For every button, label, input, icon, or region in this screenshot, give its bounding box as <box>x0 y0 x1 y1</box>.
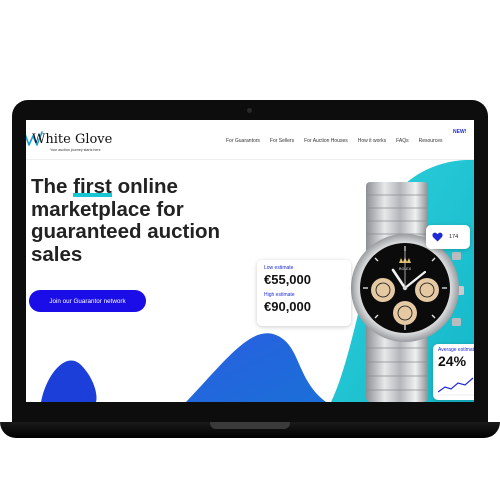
average-sparkline <box>438 377 474 396</box>
likes-card[interactable]: 174 <box>426 225 470 249</box>
logo-text: White Glove <box>32 132 113 147</box>
hero-headline: The first online marketplace for guarant… <box>31 175 231 266</box>
logo-tagline: Your auction journey starts here <box>50 148 101 152</box>
high-estimate-value: €90,000 <box>264 299 311 314</box>
screen: White Glove Your auction journey starts … <box>26 120 474 402</box>
blue-wave-shape <box>186 333 326 402</box>
average-estimate-card: Average estimate 24% <box>433 344 474 400</box>
laptop-notch <box>210 422 290 429</box>
low-estimate-value: €55,000 <box>264 272 311 287</box>
laptop-mockup: White Glove Your auction journey starts … <box>0 0 500 500</box>
nav-for-sellers[interactable]: For Sellers <box>270 138 294 144</box>
join-guarantor-button[interactable]: Join our Guarantor network <box>29 290 146 312</box>
laptop-camera <box>247 108 252 113</box>
nav-for-guarantors[interactable]: For Guarantors <box>226 138 260 144</box>
headline-pre: The <box>31 175 68 198</box>
headline-highlight-text: first <box>73 175 112 198</box>
low-estimate-label: Low estimate <box>264 265 294 271</box>
heart-icon <box>432 232 443 242</box>
high-estimate-label: High estimate <box>264 292 295 298</box>
likes-count: 174 <box>449 234 459 240</box>
estimate-card: Low estimate €55,000 High estimate €90,0… <box>257 260 351 326</box>
average-value: 24% <box>438 353 467 369</box>
blue-blob-shape <box>41 360 97 402</box>
headline-highlight: first <box>73 175 112 198</box>
